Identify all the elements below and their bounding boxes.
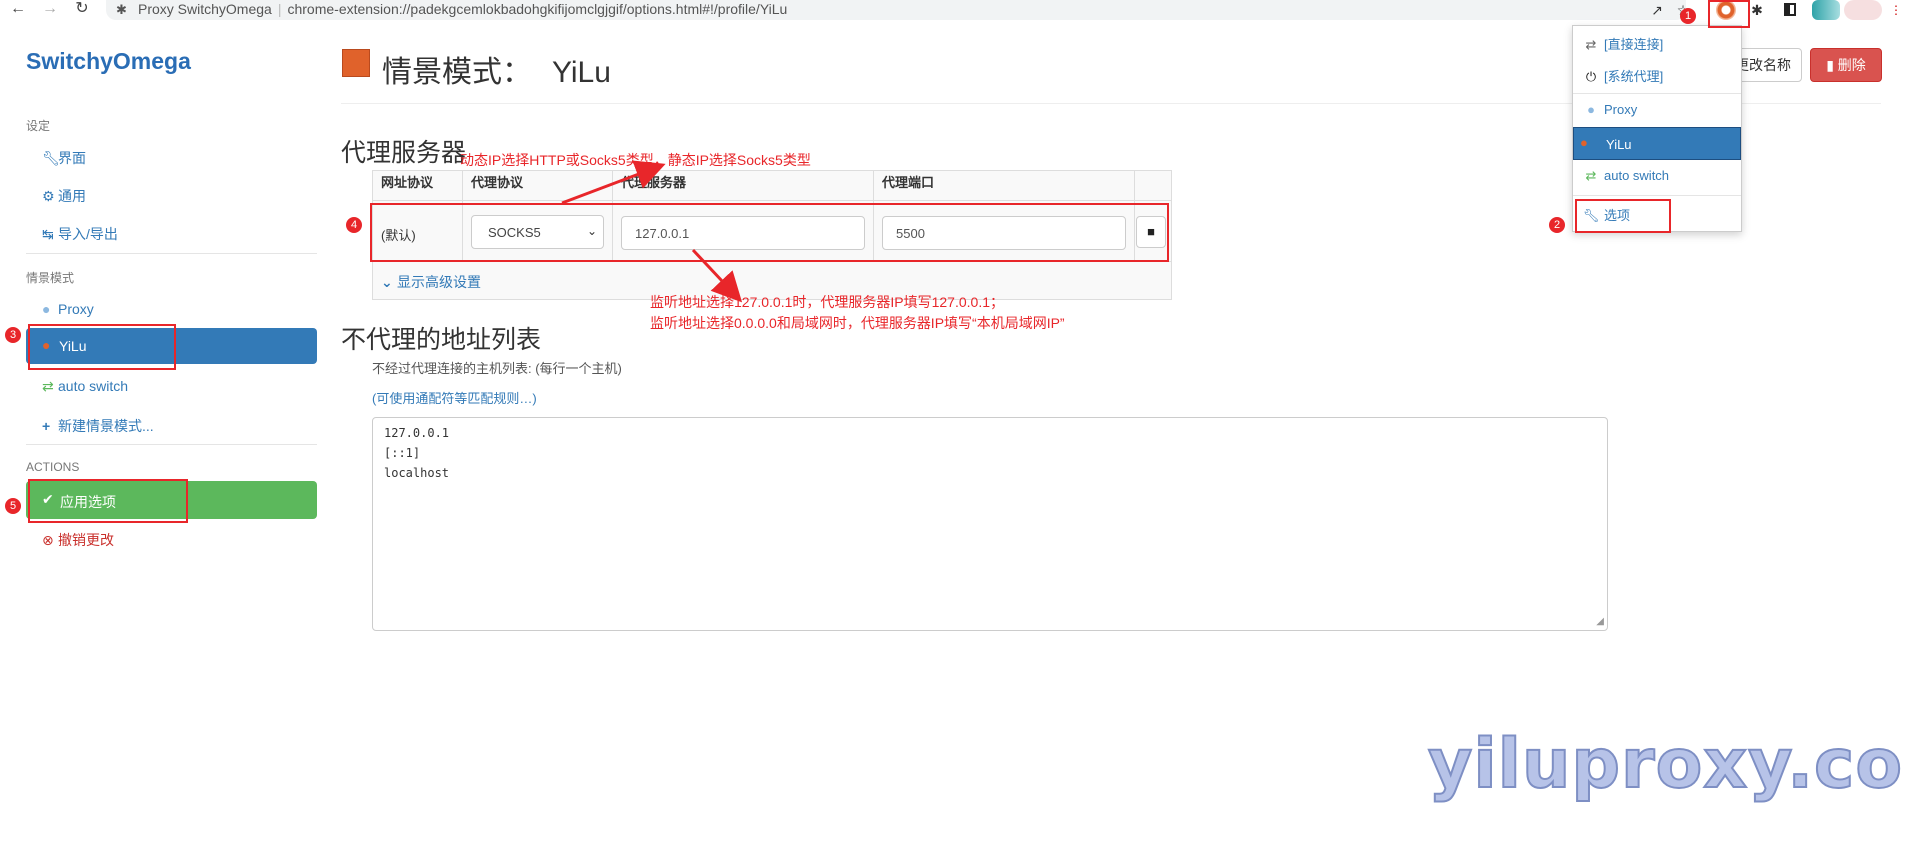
watermark: yiluproxy.com (1427, 724, 1906, 805)
arrow-to-server-note (691, 248, 743, 303)
annotation-arrows (561, 160, 743, 303)
arrow-to-protocol-note (561, 160, 666, 205)
